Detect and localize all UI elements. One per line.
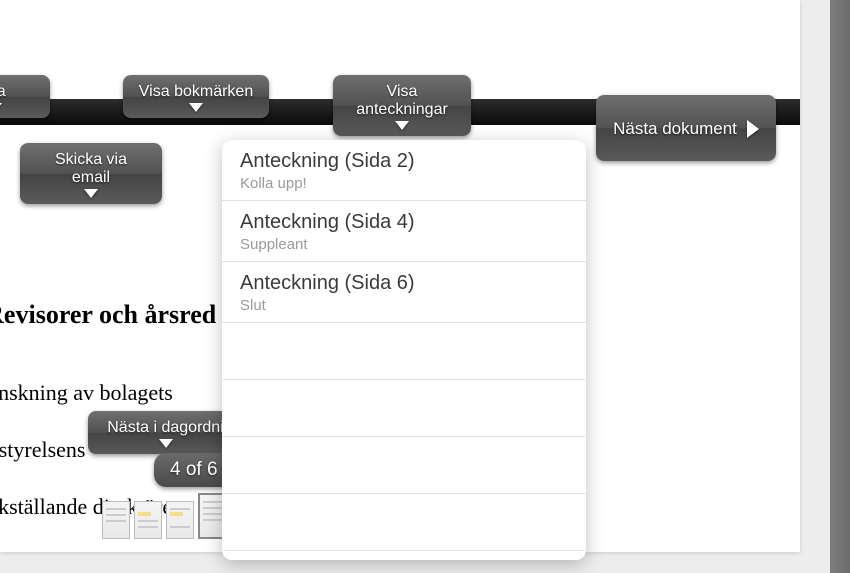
note-title: Anteckning (Sida 6) xyxy=(240,272,568,295)
page-counter-text: 4 of 6 xyxy=(170,459,218,480)
list-empty-row xyxy=(222,494,586,551)
chevron-down-icon xyxy=(0,103,2,112)
chevron-down-icon xyxy=(159,439,173,448)
bookmarks-label: Visa bokmärken xyxy=(139,83,253,101)
list-empty-row xyxy=(222,437,586,494)
next-document-button[interactable]: Nästa dokument xyxy=(596,95,776,161)
list-empty-row xyxy=(222,380,586,437)
chevron-down-icon xyxy=(84,189,98,198)
thumbnail-page[interactable] xyxy=(166,501,194,539)
list-empty-row xyxy=(222,323,586,380)
para-frag: granskning av bolagets xyxy=(0,380,173,405)
note-subtitle: Suppleant xyxy=(240,236,568,253)
prev-page-button[interactable]: ida xyxy=(0,75,50,118)
note-title: Anteckning (Sida 2) xyxy=(240,150,568,173)
note-item[interactable]: Anteckning (Sida 4) Suppleant xyxy=(222,201,586,262)
chevron-down-icon xyxy=(189,103,203,112)
note-item[interactable]: Anteckning (Sida 6) Slut xyxy=(222,262,586,323)
next-agenda-label: Nästa i dagordni xyxy=(107,419,224,437)
next-document-label: Nästa dokument xyxy=(613,119,737,139)
notes-label: Visa anteckningar xyxy=(347,83,457,119)
note-subtitle: Slut xyxy=(240,297,568,314)
send-email-button[interactable]: Skicka via email xyxy=(20,143,162,204)
next-agenda-button[interactable]: Nästa i dagordni xyxy=(88,411,243,454)
thumbnail-page[interactable] xyxy=(102,501,130,539)
thumbnail-page[interactable] xyxy=(134,501,162,539)
right-gutter xyxy=(830,0,850,573)
para-frag: mt styrelsens xyxy=(0,437,86,462)
show-bookmarks-button[interactable]: Visa bokmärken xyxy=(123,75,269,118)
note-subtitle: Kolla upp! xyxy=(240,175,568,192)
chevron-right-icon xyxy=(747,120,759,138)
prev-page-label: ida xyxy=(0,83,6,101)
notes-popover: Anteckning (Sida 2) Kolla upp! Antecknin… xyxy=(222,140,586,560)
page-thumbnails[interactable] xyxy=(102,493,232,539)
email-label: Skicka via email xyxy=(34,151,148,187)
show-notes-button[interactable]: Visa anteckningar xyxy=(333,75,471,136)
note-item[interactable]: Anteckning (Sida 2) Kolla upp! xyxy=(222,140,586,201)
chevron-down-icon xyxy=(395,121,409,130)
note-title: Anteckning (Sida 4) xyxy=(240,211,568,234)
para-frag: an en revisor xyxy=(0,551,84,552)
